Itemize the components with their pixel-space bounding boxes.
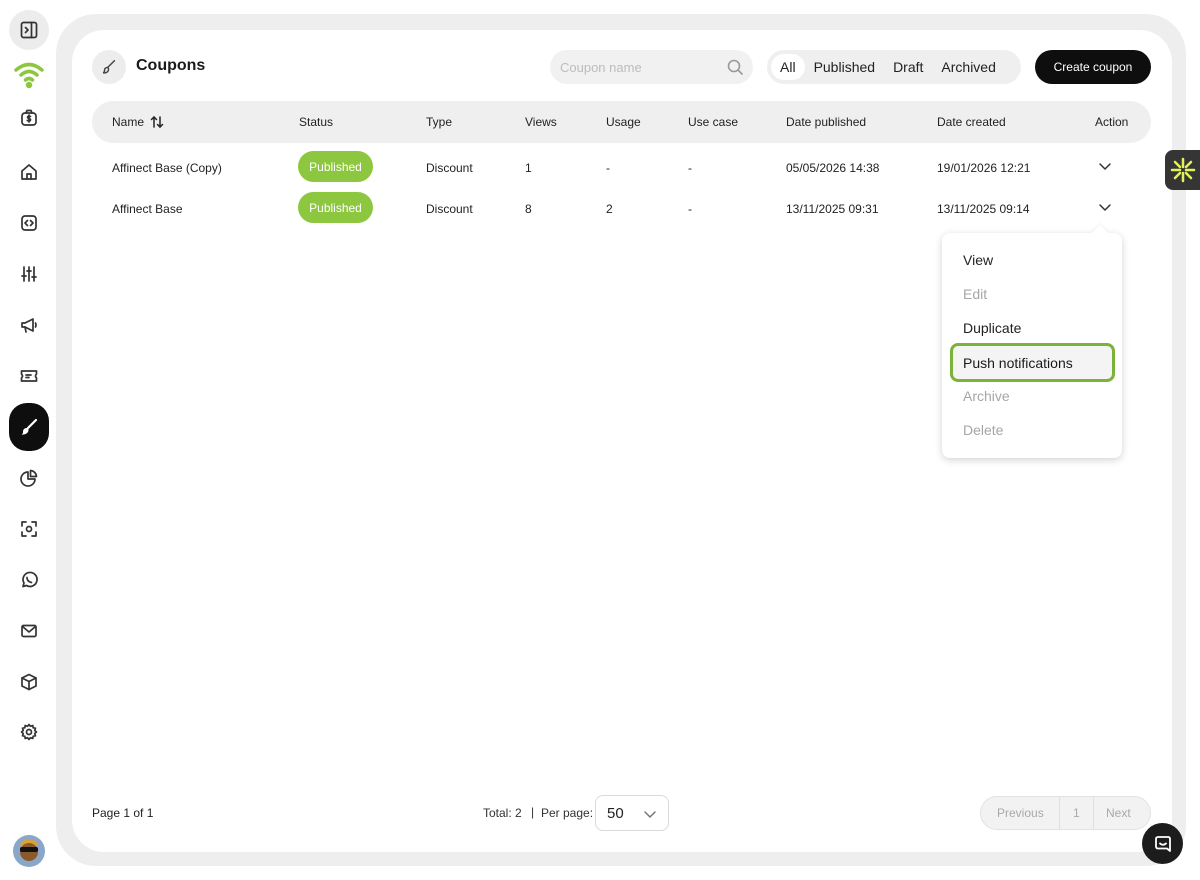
total-count: Total: 2 — [483, 806, 522, 820]
sliders-icon[interactable] — [9, 254, 49, 294]
column-status: Status — [299, 115, 334, 129]
column-date-created: Date created — [937, 115, 1006, 129]
cell-name: Affinect Base (Copy) — [112, 161, 222, 175]
status-filter-tabs: All Published Draft Archived — [767, 50, 1021, 84]
per-page-label: Per page: — [541, 806, 594, 820]
cell-views: 1 — [525, 161, 532, 175]
per-page-select[interactable]: 50 — [595, 795, 669, 831]
search-box — [550, 50, 753, 84]
cell-type: Discount — [426, 161, 473, 175]
table-row[interactable]: Affinect Base (Copy) Published Discount … — [92, 151, 1151, 187]
column-use-case: Use case — [688, 115, 739, 129]
cell-use-case: - — [688, 161, 692, 175]
page-title: Coupons — [136, 57, 206, 74]
asterisk-widget-icon[interactable] — [1165, 150, 1200, 190]
menu-item-delete: Delete — [963, 422, 1004, 438]
pagination: Previous 1 Next — [980, 796, 1151, 830]
menu-item-label: Push notifications — [963, 355, 1073, 371]
scan-icon[interactable] — [9, 509, 49, 549]
sidebar-toggle-icon[interactable] — [9, 10, 49, 50]
code-icon[interactable] — [9, 203, 49, 243]
money-bag-icon[interactable] — [9, 98, 49, 138]
tab-draft[interactable]: Draft — [884, 54, 932, 80]
menu-item-duplicate[interactable]: Duplicate — [963, 320, 1021, 336]
megaphone-icon[interactable] — [9, 305, 49, 345]
page-info: Page 1 of 1 — [92, 806, 154, 820]
chevron-down-icon[interactable] — [1098, 200, 1112, 214]
menu-item-archive: Archive — [963, 388, 1010, 404]
chat-icon[interactable] — [1142, 823, 1183, 864]
wifi-logo-icon[interactable] — [9, 54, 49, 94]
gear-icon[interactable] — [9, 712, 49, 752]
table-row[interactable]: Affinect Base Published Discount 8 2 - 1… — [92, 192, 1151, 228]
cell-use-case: - — [688, 202, 692, 216]
column-name[interactable]: Name — [112, 115, 164, 129]
chevron-down-icon — [643, 807, 657, 821]
brush-icon — [92, 50, 126, 84]
cell-date-published: 05/05/2026 14:38 — [786, 161, 880, 175]
menu-item-view[interactable]: View — [963, 252, 993, 268]
ticket-icon[interactable] — [9, 356, 49, 396]
box-icon[interactable] — [9, 662, 49, 702]
cell-date-published: 13/11/2025 09:31 — [786, 202, 879, 216]
sort-icon[interactable] — [150, 115, 164, 129]
cell-name: Affinect Base — [112, 202, 183, 216]
separator: | — [531, 805, 535, 819]
create-coupon-button[interactable]: Create coupon — [1035, 50, 1151, 84]
column-date-published: Date published — [786, 115, 867, 129]
column-name-label: Name — [112, 115, 145, 129]
previous-button[interactable]: Previous — [997, 806, 1044, 820]
divider — [1093, 797, 1094, 829]
column-action: Action — [1095, 115, 1129, 129]
cell-views: 8 — [525, 202, 532, 216]
status-badge: Published — [298, 192, 373, 223]
pie-chart-icon[interactable] — [9, 458, 49, 498]
cell-usage: - — [606, 161, 610, 175]
avatar[interactable] — [13, 835, 45, 867]
tab-published[interactable]: Published — [805, 54, 885, 80]
tab-archived[interactable]: Archived — [932, 54, 1004, 80]
next-button[interactable]: Next — [1106, 806, 1131, 820]
chevron-down-icon[interactable] — [1098, 159, 1112, 173]
sidebar — [0, 0, 58, 880]
column-usage: Usage — [606, 115, 641, 129]
home-icon[interactable] — [9, 152, 49, 192]
status-badge: Published — [298, 151, 373, 182]
search-icon[interactable] — [726, 58, 744, 76]
cell-usage: 2 — [606, 202, 613, 216]
tab-all[interactable]: All — [771, 54, 805, 80]
column-views: Views — [525, 115, 557, 129]
column-type: Type — [426, 115, 453, 129]
page-number-button[interactable]: 1 — [1073, 806, 1080, 820]
mail-icon[interactable] — [9, 611, 49, 651]
whatsapp-icon[interactable] — [9, 560, 49, 600]
cell-date-created: 19/01/2026 12:21 — [937, 161, 1031, 175]
per-page-value: 50 — [607, 805, 624, 822]
menu-item-push-notifications[interactable]: Push notifications — [950, 343, 1115, 382]
brush-icon[interactable] — [9, 403, 49, 451]
search-input[interactable] — [560, 50, 720, 84]
divider — [1059, 797, 1060, 829]
menu-item-edit: Edit — [963, 286, 988, 302]
cell-type: Discount — [426, 202, 473, 216]
table-header: Name Status Type Views Usage Use case Da… — [92, 101, 1151, 143]
cell-date-created: 13/11/2025 09:14 — [937, 202, 1030, 216]
